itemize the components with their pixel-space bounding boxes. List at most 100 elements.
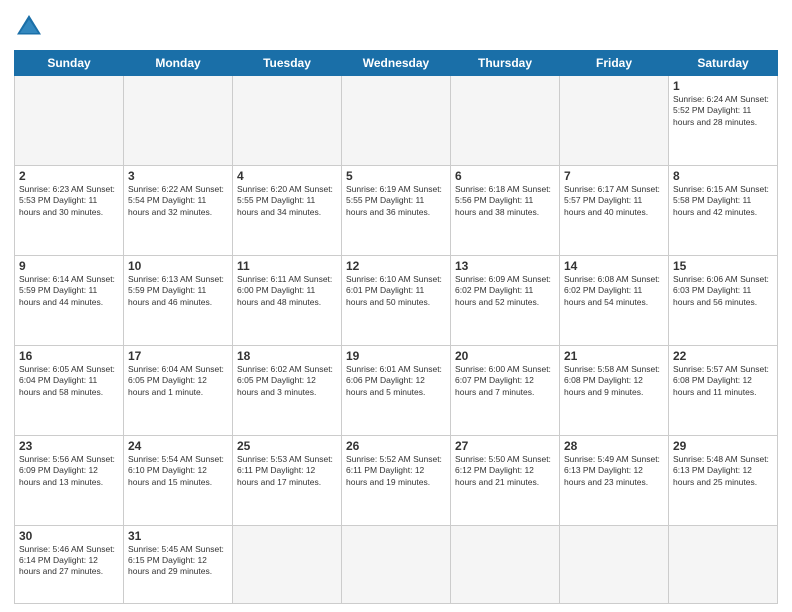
calendar-cell: 16Sunrise: 6:05 AM Sunset: 6:04 PM Dayli… <box>15 345 124 435</box>
calendar-cell: 3Sunrise: 6:22 AM Sunset: 5:54 PM Daylig… <box>124 165 233 255</box>
day-info: Sunrise: 6:14 AM Sunset: 5:59 PM Dayligh… <box>19 274 119 308</box>
day-info: Sunrise: 6:13 AM Sunset: 5:59 PM Dayligh… <box>128 274 228 308</box>
calendar-header-row: SundayMondayTuesdayWednesdayThursdayFrid… <box>15 51 778 76</box>
calendar: SundayMondayTuesdayWednesdayThursdayFrid… <box>14 50 778 604</box>
day-number: 11 <box>237 259 337 273</box>
day-info: Sunrise: 6:00 AM Sunset: 6:07 PM Dayligh… <box>455 364 555 398</box>
day-number: 10 <box>128 259 228 273</box>
day-info: Sunrise: 5:53 AM Sunset: 6:11 PM Dayligh… <box>237 454 337 488</box>
calendar-week-3: 9Sunrise: 6:14 AM Sunset: 5:59 PM Daylig… <box>15 255 778 345</box>
calendar-week-6: 30Sunrise: 5:46 AM Sunset: 6:14 PM Dayli… <box>15 525 778 603</box>
calendar-cell: 7Sunrise: 6:17 AM Sunset: 5:57 PM Daylig… <box>560 165 669 255</box>
calendar-week-1: 1Sunrise: 6:24 AM Sunset: 5:52 PM Daylig… <box>15 76 778 166</box>
day-info: Sunrise: 5:56 AM Sunset: 6:09 PM Dayligh… <box>19 454 119 488</box>
calendar-cell: 1Sunrise: 6:24 AM Sunset: 5:52 PM Daylig… <box>669 76 778 166</box>
calendar-cell: 13Sunrise: 6:09 AM Sunset: 6:02 PM Dayli… <box>451 255 560 345</box>
day-info: Sunrise: 6:22 AM Sunset: 5:54 PM Dayligh… <box>128 184 228 218</box>
calendar-cell: 10Sunrise: 6:13 AM Sunset: 5:59 PM Dayli… <box>124 255 233 345</box>
logo <box>14 12 48 42</box>
calendar-cell <box>669 525 778 603</box>
day-number: 23 <box>19 439 119 453</box>
day-number: 21 <box>564 349 664 363</box>
day-number: 19 <box>346 349 446 363</box>
calendar-cell: 29Sunrise: 5:48 AM Sunset: 6:13 PM Dayli… <box>669 435 778 525</box>
day-info: Sunrise: 5:48 AM Sunset: 6:13 PM Dayligh… <box>673 454 773 488</box>
logo-icon <box>14 12 44 42</box>
calendar-cell <box>15 76 124 166</box>
calendar-cell: 30Sunrise: 5:46 AM Sunset: 6:14 PM Dayli… <box>15 525 124 603</box>
day-info: Sunrise: 6:10 AM Sunset: 6:01 PM Dayligh… <box>346 274 446 308</box>
calendar-cell <box>451 525 560 603</box>
calendar-cell: 21Sunrise: 5:58 AM Sunset: 6:08 PM Dayli… <box>560 345 669 435</box>
day-number: 30 <box>19 529 119 543</box>
day-header-monday: Monday <box>124 51 233 76</box>
day-number: 14 <box>564 259 664 273</box>
calendar-week-4: 16Sunrise: 6:05 AM Sunset: 6:04 PM Dayli… <box>15 345 778 435</box>
day-info: Sunrise: 6:09 AM Sunset: 6:02 PM Dayligh… <box>455 274 555 308</box>
calendar-cell: 15Sunrise: 6:06 AM Sunset: 6:03 PM Dayli… <box>669 255 778 345</box>
calendar-cell: 19Sunrise: 6:01 AM Sunset: 6:06 PM Dayli… <box>342 345 451 435</box>
day-info: Sunrise: 6:24 AM Sunset: 5:52 PM Dayligh… <box>673 94 773 128</box>
day-number: 13 <box>455 259 555 273</box>
day-info: Sunrise: 6:18 AM Sunset: 5:56 PM Dayligh… <box>455 184 555 218</box>
calendar-cell <box>451 76 560 166</box>
calendar-cell: 9Sunrise: 6:14 AM Sunset: 5:59 PM Daylig… <box>15 255 124 345</box>
calendar-cell: 20Sunrise: 6:00 AM Sunset: 6:07 PM Dayli… <box>451 345 560 435</box>
calendar-week-2: 2Sunrise: 6:23 AM Sunset: 5:53 PM Daylig… <box>15 165 778 255</box>
day-info: Sunrise: 6:06 AM Sunset: 6:03 PM Dayligh… <box>673 274 773 308</box>
day-number: 1 <box>673 79 773 93</box>
calendar-cell: 24Sunrise: 5:54 AM Sunset: 6:10 PM Dayli… <box>124 435 233 525</box>
calendar-cell <box>233 76 342 166</box>
calendar-cell: 2Sunrise: 6:23 AM Sunset: 5:53 PM Daylig… <box>15 165 124 255</box>
day-header-thursday: Thursday <box>451 51 560 76</box>
day-header-friday: Friday <box>560 51 669 76</box>
day-info: Sunrise: 6:11 AM Sunset: 6:00 PM Dayligh… <box>237 274 337 308</box>
day-info: Sunrise: 5:50 AM Sunset: 6:12 PM Dayligh… <box>455 454 555 488</box>
calendar-cell <box>342 525 451 603</box>
day-number: 4 <box>237 169 337 183</box>
day-info: Sunrise: 6:02 AM Sunset: 6:05 PM Dayligh… <box>237 364 337 398</box>
day-number: 6 <box>455 169 555 183</box>
day-number: 27 <box>455 439 555 453</box>
day-number: 15 <box>673 259 773 273</box>
calendar-cell: 28Sunrise: 5:49 AM Sunset: 6:13 PM Dayli… <box>560 435 669 525</box>
calendar-cell: 4Sunrise: 6:20 AM Sunset: 5:55 PM Daylig… <box>233 165 342 255</box>
day-info: Sunrise: 5:57 AM Sunset: 6:08 PM Dayligh… <box>673 364 773 398</box>
day-number: 7 <box>564 169 664 183</box>
day-info: Sunrise: 6:04 AM Sunset: 6:05 PM Dayligh… <box>128 364 228 398</box>
day-info: Sunrise: 5:46 AM Sunset: 6:14 PM Dayligh… <box>19 544 119 578</box>
day-header-saturday: Saturday <box>669 51 778 76</box>
day-number: 3 <box>128 169 228 183</box>
day-info: Sunrise: 5:52 AM Sunset: 6:11 PM Dayligh… <box>346 454 446 488</box>
calendar-cell: 14Sunrise: 6:08 AM Sunset: 6:02 PM Dayli… <box>560 255 669 345</box>
day-info: Sunrise: 6:08 AM Sunset: 6:02 PM Dayligh… <box>564 274 664 308</box>
day-number: 29 <box>673 439 773 453</box>
day-number: 5 <box>346 169 446 183</box>
calendar-cell <box>342 76 451 166</box>
calendar-cell: 8Sunrise: 6:15 AM Sunset: 5:58 PM Daylig… <box>669 165 778 255</box>
day-info: Sunrise: 6:23 AM Sunset: 5:53 PM Dayligh… <box>19 184 119 218</box>
calendar-cell <box>560 76 669 166</box>
page: SundayMondayTuesdayWednesdayThursdayFrid… <box>0 0 792 612</box>
day-info: Sunrise: 6:20 AM Sunset: 5:55 PM Dayligh… <box>237 184 337 218</box>
day-number: 26 <box>346 439 446 453</box>
header <box>14 12 778 42</box>
calendar-body: 1Sunrise: 6:24 AM Sunset: 5:52 PM Daylig… <box>15 76 778 604</box>
calendar-cell: 5Sunrise: 6:19 AM Sunset: 5:55 PM Daylig… <box>342 165 451 255</box>
calendar-week-5: 23Sunrise: 5:56 AM Sunset: 6:09 PM Dayli… <box>15 435 778 525</box>
day-number: 22 <box>673 349 773 363</box>
day-number: 18 <box>237 349 337 363</box>
day-number: 12 <box>346 259 446 273</box>
calendar-cell: 27Sunrise: 5:50 AM Sunset: 6:12 PM Dayli… <box>451 435 560 525</box>
calendar-cell <box>124 76 233 166</box>
calendar-cell: 23Sunrise: 5:56 AM Sunset: 6:09 PM Dayli… <box>15 435 124 525</box>
day-number: 24 <box>128 439 228 453</box>
day-info: Sunrise: 5:45 AM Sunset: 6:15 PM Dayligh… <box>128 544 228 578</box>
calendar-cell: 22Sunrise: 5:57 AM Sunset: 6:08 PM Dayli… <box>669 345 778 435</box>
day-info: Sunrise: 5:54 AM Sunset: 6:10 PM Dayligh… <box>128 454 228 488</box>
calendar-cell: 18Sunrise: 6:02 AM Sunset: 6:05 PM Dayli… <box>233 345 342 435</box>
day-number: 25 <box>237 439 337 453</box>
day-number: 28 <box>564 439 664 453</box>
calendar-cell: 25Sunrise: 5:53 AM Sunset: 6:11 PM Dayli… <box>233 435 342 525</box>
calendar-cell <box>560 525 669 603</box>
